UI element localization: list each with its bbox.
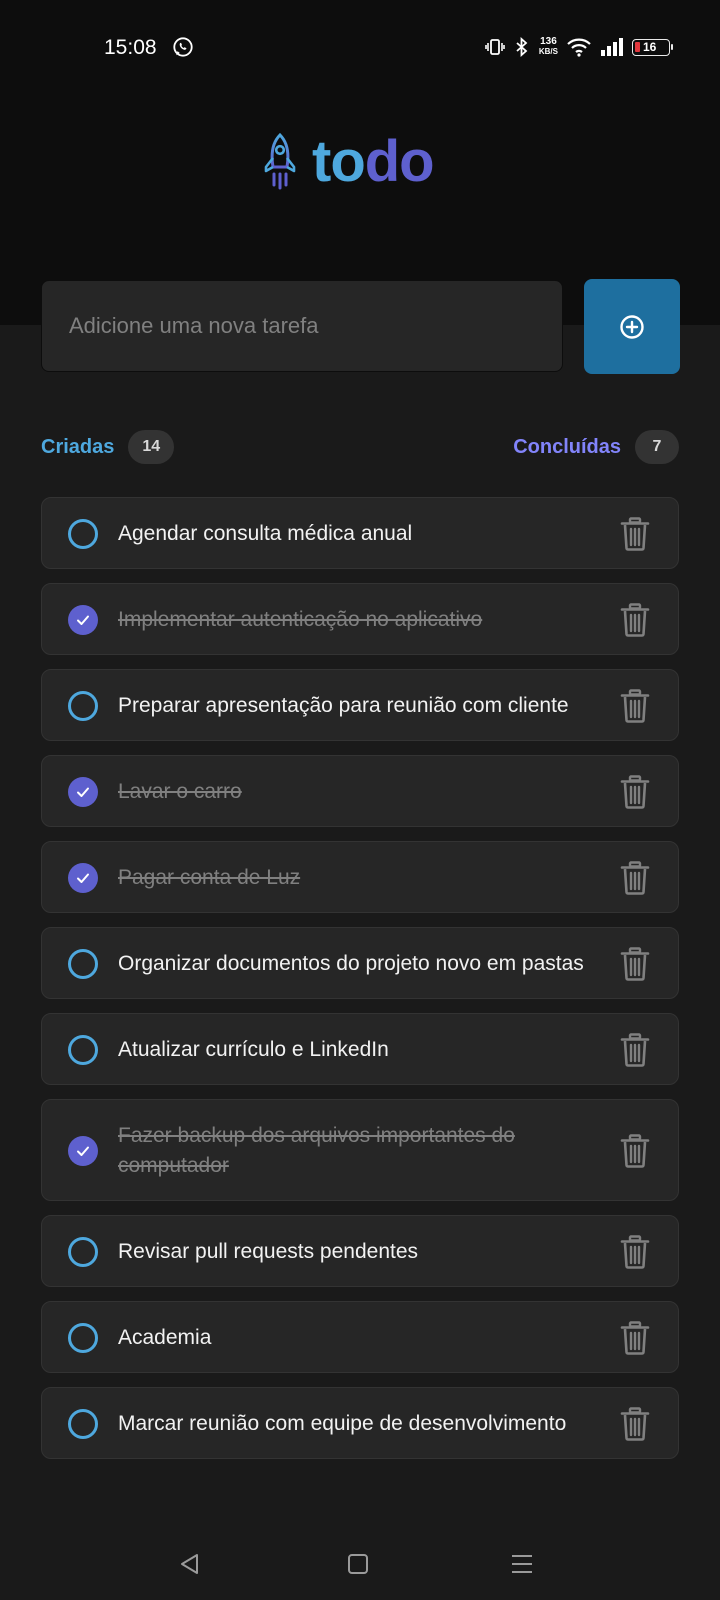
- trash-icon: [620, 1321, 650, 1355]
- logo-text-do: do: [364, 129, 435, 194]
- task-item: Implementar autenticação no aplicativo: [41, 583, 679, 655]
- task-item: Atualizar currículo e LinkedIn: [41, 1013, 679, 1085]
- task-text: Pagar conta de Luz: [118, 866, 301, 889]
- delete-task-button[interactable]: [620, 1407, 650, 1441]
- task-item: Fazer backup dos arquivos importantes do…: [41, 1099, 679, 1201]
- bluetooth-icon: [516, 37, 528, 57]
- net-speed: 136 KB/S: [539, 37, 558, 57]
- task-checkbox-checked[interactable]: [68, 605, 98, 635]
- task-item: Organizar documentos do projeto novo em …: [41, 927, 679, 999]
- delete-task-button[interactable]: [620, 1321, 650, 1355]
- done-label: Concluídas: [513, 435, 621, 458]
- trash-icon: [620, 1033, 650, 1067]
- task-checkbox[interactable]: [68, 949, 98, 979]
- status-icons: 136 KB/S 16: [485, 34, 673, 60]
- status-bar: 15:08 136 KB/S 16: [0, 28, 720, 68]
- task-text: Marcar reunião com equipe de desenvolvim…: [118, 1412, 567, 1435]
- task-text: Organizar documentos do projeto novo em …: [118, 952, 584, 975]
- task-item: Revisar pull requests pendentes: [41, 1215, 679, 1287]
- header: 15:08 136 KB/S 16 todo: [0, 0, 720, 325]
- delete-task-button[interactable]: [620, 1235, 650, 1269]
- check-icon: [77, 787, 89, 797]
- trash-icon: [620, 861, 650, 895]
- delete-task-button[interactable]: [620, 861, 650, 895]
- task-checkbox[interactable]: [68, 691, 98, 721]
- plus-circle-icon: [620, 314, 644, 339]
- task-checkbox[interactable]: [68, 519, 98, 549]
- check-icon: [77, 615, 89, 625]
- logo-text: todo: [312, 129, 435, 194]
- task-item: Marcar reunião com equipe de desenvolvim…: [41, 1387, 679, 1459]
- navigation-bar: [0, 1530, 720, 1600]
- task-item: Pagar conta de Luz: [41, 841, 679, 913]
- done-counter: Concluídas 7: [513, 430, 679, 464]
- task-checkbox[interactable]: [68, 1409, 98, 1439]
- add-task-button[interactable]: [584, 279, 680, 374]
- task-item: Agendar consulta médica anual: [41, 497, 679, 569]
- new-task-input[interactable]: [41, 280, 563, 372]
- done-count-badge: 7: [635, 430, 679, 464]
- home-icon[interactable]: [346, 1552, 370, 1576]
- task-text: Academia: [118, 1326, 212, 1349]
- vibrate-icon: [485, 39, 505, 55]
- signal-icon: [601, 38, 623, 56]
- back-icon[interactable]: [178, 1552, 202, 1576]
- task-item: Lavar o carro: [41, 755, 679, 827]
- delete-task-button[interactable]: [620, 947, 650, 981]
- created-count-badge: 14: [128, 430, 175, 464]
- trash-icon: [620, 1235, 650, 1269]
- trash-icon: [620, 603, 650, 637]
- task-checkbox-checked[interactable]: [68, 777, 98, 807]
- net-speed-unit: KB/S: [538, 47, 558, 56]
- task-text: Fazer backup dos arquivos importantes do…: [118, 1124, 515, 1177]
- trash-icon: [620, 775, 650, 809]
- trash-icon: [620, 1407, 650, 1441]
- trash-icon: [620, 947, 650, 981]
- check-icon: [77, 1146, 89, 1156]
- logo-text-to: to: [312, 129, 366, 194]
- task-checkbox-checked[interactable]: [68, 863, 98, 893]
- menu-icon[interactable]: [510, 1552, 534, 1576]
- net-speed-value: 136: [540, 36, 557, 47]
- task-checkbox[interactable]: [68, 1035, 98, 1065]
- created-counter: Criadas 14: [41, 430, 175, 464]
- check-icon: [77, 873, 89, 883]
- battery-level: 16: [643, 40, 657, 54]
- trash-icon: [620, 517, 650, 551]
- task-text: Agendar consulta médica anual: [118, 522, 413, 545]
- trash-icon: [620, 1134, 650, 1168]
- task-item: Academia: [41, 1301, 679, 1373]
- app-logo: todo: [262, 129, 435, 194]
- task-item: Preparar apresentação para reunião com c…: [41, 669, 679, 741]
- task-text: Atualizar currículo e LinkedIn: [118, 1038, 389, 1061]
- task-counters: Criadas 14 Concluídas 7: [41, 429, 679, 465]
- battery-icon: 16: [632, 38, 673, 56]
- task-checkbox-checked[interactable]: [68, 1136, 98, 1166]
- battery-fill: [635, 42, 640, 52]
- delete-task-button[interactable]: [620, 517, 650, 551]
- wifi-icon: [567, 38, 591, 57]
- delete-task-button[interactable]: [620, 603, 650, 637]
- trash-icon: [620, 689, 650, 723]
- task-text: Revisar pull requests pendentes: [118, 1240, 419, 1263]
- task-checkbox[interactable]: [68, 1237, 98, 1267]
- rocket-icon: [264, 133, 296, 190]
- status-time: 15:08: [104, 36, 157, 59]
- whatsapp-icon: [173, 37, 193, 57]
- app-screen: 15:08 136 KB/S 16 todo Adicione uma nova…: [0, 0, 720, 1600]
- delete-task-button[interactable]: [620, 1033, 650, 1067]
- created-label: Criadas: [41, 435, 115, 458]
- task-text: Lavar o carro: [118, 780, 242, 803]
- delete-task-button[interactable]: [620, 1134, 650, 1168]
- delete-task-button[interactable]: [620, 689, 650, 723]
- task-text: Implementar autenticação no aplicativo: [118, 608, 483, 631]
- task-checkbox[interactable]: [68, 1323, 98, 1353]
- delete-task-button[interactable]: [620, 775, 650, 809]
- task-text: Preparar apresentação para reunião com c…: [118, 694, 569, 717]
